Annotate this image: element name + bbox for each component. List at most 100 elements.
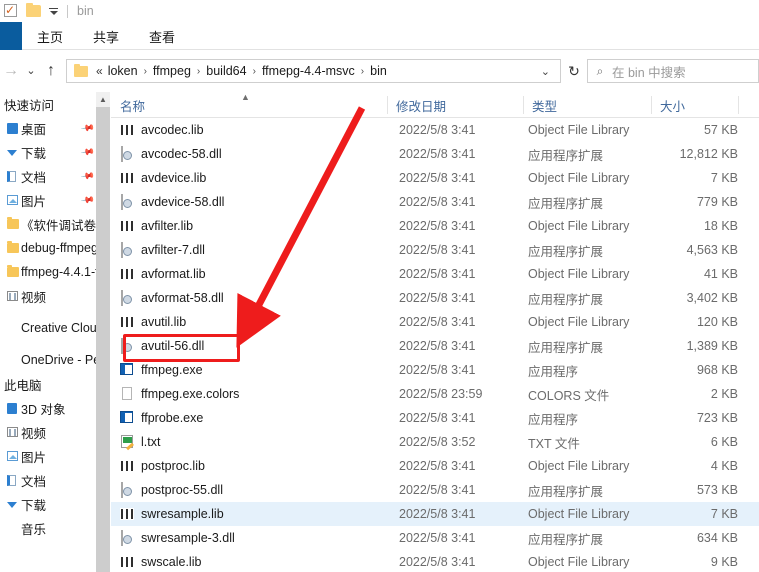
breadcrumb-item-ffmpeg[interactable]: ffmpeg xyxy=(150,63,194,79)
sidebar-scrollbar-thumb[interactable] xyxy=(96,107,110,572)
breadcrumb-separator-icon[interactable]: › xyxy=(144,66,147,77)
breadcrumb-item-build64[interactable]: build64 xyxy=(203,63,249,79)
breadcrumb-item-msvc[interactable]: ffmepg-4.4-msvc xyxy=(259,63,358,79)
table-row[interactable]: avformat.lib 2022/5/8 3:41 Object File Lib… xyxy=(111,262,759,286)
breadcrumb-item-bin[interactable]: bin xyxy=(367,63,390,79)
file-name-cell[interactable]: avfilter.lib xyxy=(120,219,193,233)
table-row[interactable]: avformat-58.dll 2022/5/8 3:41 应用程序扩展 3,402 … xyxy=(111,286,759,310)
breadcrumb-item-loken[interactable]: loken xyxy=(105,63,141,79)
table-row[interactable]: l.txt 2022/5/8 3:52 TXT 文件 6 KB xyxy=(111,430,759,454)
sidebar-item-下载[interactable]: 下载 📌 xyxy=(0,140,96,164)
table-row[interactable]: swresample.lib 2022/5/8 3:41 Object File L… xyxy=(111,502,759,526)
file-name-cell[interactable]: avcodec-58.dll xyxy=(120,146,222,162)
column-header-row: 名称 ▲ 修改日期 类型 大小 xyxy=(111,92,759,118)
file-name-cell[interactable]: avformat-58.dll xyxy=(120,290,224,306)
sidebar-item-图片[interactable]: 图片 xyxy=(0,444,96,468)
table-row[interactable]: avcodec-58.dll 2022/5/8 3:41 应用程序扩展 12,812 … xyxy=(111,142,759,166)
file-type-cell: 应用程序扩展 xyxy=(528,292,604,307)
file-name-cell[interactable]: swresample.lib xyxy=(120,507,224,521)
table-row[interactable]: avfilter.lib 2022/5/8 3:41 Object File Lib… xyxy=(111,214,759,238)
file-name-cell[interactable]: avdevice.lib xyxy=(120,171,206,185)
column-header-size[interactable]: 大小 xyxy=(651,92,685,118)
file-name-label: l.txt xyxy=(141,435,161,449)
library-file-icon xyxy=(120,172,134,184)
table-row[interactable]: avfilter-7.dll 2022/5/8 3:41 应用程序扩展 4,563 K… xyxy=(111,238,759,262)
file-type-cell: 应用程序 xyxy=(528,364,579,379)
tab-home[interactable]: 主页 xyxy=(22,22,78,50)
sidebar-item-creative-cloud-f[interactable]: Creative Cloud F xyxy=(0,316,96,340)
sidebar-scrollbar[interactable]: ▲ xyxy=(96,92,110,572)
sidebar-item-图片[interactable]: 图片 📌 xyxy=(0,188,96,212)
sidebar-group-header[interactable]: 快速访问 xyxy=(0,92,96,116)
file-name-cell[interactable]: postproc-55.dll xyxy=(120,482,223,498)
pin-icon[interactable]: 📌 xyxy=(80,168,95,183)
sidebar-item-文档[interactable]: 文档 xyxy=(0,468,96,492)
up-arrow-icon[interactable]: ↑ xyxy=(40,63,62,79)
sidebar-item-debug-ffmpeg[interactable]: debug-ffmpeg xyxy=(0,236,96,260)
pin-icon[interactable]: 📌 xyxy=(80,120,95,135)
sidebar-item-文档[interactable]: 文档 📌 xyxy=(0,164,96,188)
folder-icon xyxy=(26,3,41,17)
sidebar-item-onedrive---pers[interactable]: OneDrive - Pers xyxy=(0,348,96,372)
breadcrumb-dropdown-icon[interactable]: ⌄ xyxy=(535,65,556,78)
file-name-cell[interactable]: postproc.lib xyxy=(120,459,205,473)
sidebar-item-ffmpeg-4.4.1-fu[interactable]: ffmpeg-4.4.1-fu xyxy=(0,260,96,284)
breadcrumb-separator-icon[interactable]: › xyxy=(197,66,200,77)
file-name-cell[interactable]: ffmpeg.exe xyxy=(120,363,203,377)
pin-icon[interactable]: 📌 xyxy=(80,144,95,159)
file-name-cell[interactable]: avcodec.lib xyxy=(120,123,204,137)
file-name-cell[interactable]: swresample-3.dll xyxy=(120,530,235,546)
breadcrumb-separator-icon[interactable]: › xyxy=(361,66,364,77)
table-row[interactable]: ffprobe.exe 2022/5/8 3:41 应用程序 723 KB xyxy=(111,406,759,430)
table-row[interactable]: postproc.lib 2022/5/8 3:41 Object File Lib… xyxy=(111,454,759,478)
checkbox-icon[interactable]: ✓ xyxy=(2,3,18,19)
column-header-date[interactable]: 修改日期 xyxy=(387,92,446,118)
file-name-cell[interactable]: l.txt xyxy=(120,435,160,449)
file-size-cell: 634 KB xyxy=(696,531,738,545)
chevron-down-icon[interactable] xyxy=(49,7,58,15)
file-name-label: ffprobe.exe xyxy=(141,411,204,425)
breadcrumb-overflow-icon[interactable]: « xyxy=(96,64,103,78)
column-divider[interactable] xyxy=(738,96,739,114)
sidebar-group-header[interactable]: 此电脑 xyxy=(0,372,96,396)
tab-share[interactable]: 共享 xyxy=(78,22,134,50)
table-row[interactable]: avcodec.lib 2022/5/8 3:41 Object File Libr… xyxy=(111,118,759,142)
table-row[interactable]: swscale.lib 2022/5/8 3:41 Object File Libr… xyxy=(111,550,759,572)
sidebar-item-《软件调试卷二》[interactable]: 《软件调试卷二》 xyxy=(0,212,96,236)
chevron-up-icon[interactable]: ▲ xyxy=(96,92,110,107)
file-name-cell[interactable]: swscale.lib xyxy=(120,555,201,569)
refresh-icon[interactable]: ↻ xyxy=(561,63,587,80)
table-row[interactable]: ffmpeg.exe.colors 2022/5/8 23:59 COLORS 文件… xyxy=(111,382,759,406)
history-chevron-down-icon[interactable]: ⌄ xyxy=(22,65,40,77)
file-name-cell[interactable]: ffprobe.exe xyxy=(120,411,203,425)
tab-view[interactable]: 查看 xyxy=(134,22,190,50)
sidebar-item-音乐[interactable]: 音乐 xyxy=(0,516,96,540)
file-name-cell[interactable]: ffmpeg.exe.colors xyxy=(120,387,239,401)
tab-file[interactable] xyxy=(0,22,22,50)
table-row[interactable]: postproc-55.dll 2022/5/8 3:41 应用程序扩展 573 KB xyxy=(111,478,759,502)
sidebar-item-下载[interactable]: 下载 xyxy=(0,492,96,516)
sidebar-item-视频[interactable]: 视频 xyxy=(0,284,96,308)
table-row[interactable]: avutil.lib 2022/5/8 3:41 Object File Libra… xyxy=(111,310,759,334)
breadcrumb[interactable]: « loken › ffmpeg › build64 › ffmepg-4.4-… xyxy=(66,59,561,83)
file-name-cell[interactable]: avdevice-58.dll xyxy=(120,194,224,210)
pin-icon[interactable]: 📌 xyxy=(80,192,95,207)
table-row[interactable]: avdevice-58.dll 2022/5/8 3:41 应用程序扩展 779 KB xyxy=(111,190,759,214)
forward-arrow-icon[interactable]: → xyxy=(0,63,22,79)
breadcrumb-separator-icon[interactable]: › xyxy=(253,66,256,77)
file-name-label: postproc-55.dll xyxy=(141,483,223,497)
downloads-icon xyxy=(4,499,21,510)
sidebar-item-桌面[interactable]: 桌面 📌 xyxy=(0,116,96,140)
sidebar-item-视频[interactable]: 视频 xyxy=(0,420,96,444)
search-input[interactable]: ⌕ 在 bin 中搜索 xyxy=(587,59,759,83)
file-name-cell[interactable]: avutil.lib xyxy=(120,315,186,329)
file-name-cell[interactable]: avfilter-7.dll xyxy=(120,242,205,258)
file-name-cell[interactable]: avformat.lib xyxy=(120,267,206,281)
table-row[interactable]: swresample-3.dll 2022/5/8 3:41 应用程序扩展 634 K… xyxy=(111,526,759,550)
column-header-name[interactable]: 名称 xyxy=(111,92,145,118)
column-header-type[interactable]: 类型 xyxy=(523,92,557,118)
file-type-cell: Object File Library xyxy=(528,315,630,329)
navigation-sidebar[interactable]: 快速访问桌面 📌 下载 📌 文档 📌 图片 📌 《软件调试卷二》 debug-ffmpeg ffmp… xyxy=(0,92,96,572)
sidebar-item-3d-对象[interactable]: 3D 对象 xyxy=(0,396,96,420)
table-row[interactable]: avdevice.lib 2022/5/8 3:41 Object File Lib… xyxy=(111,166,759,190)
